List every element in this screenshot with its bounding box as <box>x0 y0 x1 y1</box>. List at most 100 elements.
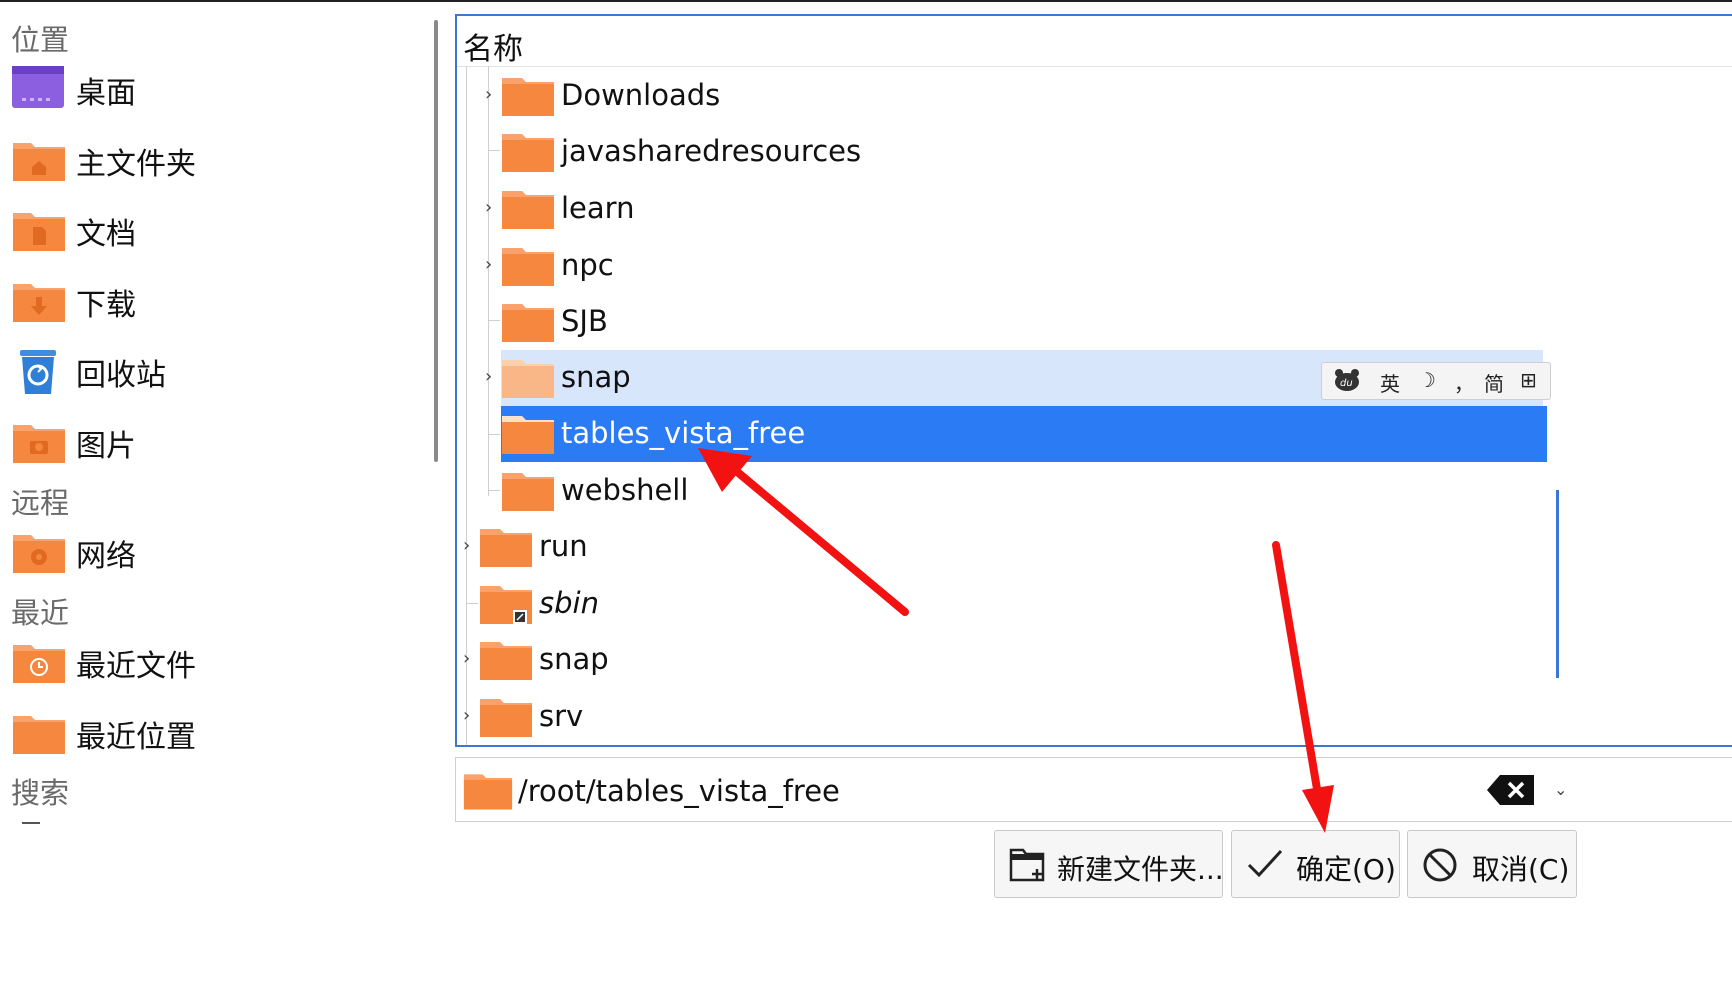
tree-row[interactable]: SJB <box>479 294 1732 350</box>
downloads-folder-icon <box>12 278 66 328</box>
chevron-down-icon[interactable]: ⌄ <box>1554 780 1567 799</box>
folder-icon <box>501 74 555 122</box>
ime-simplified-toggle[interactable]: 简 <box>1484 368 1504 397</box>
section-places-title: 位置 <box>11 23 70 57</box>
folder-name: sbin <box>539 586 599 620</box>
cancel-circle-icon <box>1422 847 1458 887</box>
sidebar-item-label: 图片 <box>76 429 136 464</box>
sidebar-item-label: 最近文件 <box>76 649 196 684</box>
new-folder-icon <box>1009 847 1047 887</box>
folder-symlink-icon <box>479 582 533 630</box>
tree-row-selected[interactable]: tables_vista_free <box>501 406 1547 462</box>
tree-row[interactable]: › snap <box>457 632 1732 688</box>
recent-files-icon <box>12 639 66 689</box>
sidebar-item-label: 回收站 <box>76 358 166 393</box>
cancel-button[interactable]: 取消(C) <box>1407 830 1577 898</box>
expander-chevron-icon[interactable]: › <box>485 197 492 218</box>
tree-row[interactable]: sbin <box>457 576 1732 632</box>
tree-row[interactable]: › npc <box>479 238 1732 294</box>
tree-scrollbar[interactable] <box>1556 490 1559 678</box>
cancel-label: 取消(C) <box>1472 853 1570 886</box>
expander-chevron-icon[interactable]: › <box>485 254 492 275</box>
folder-name: learn <box>561 191 635 225</box>
home-folder-icon <box>12 137 66 187</box>
tree-row[interactable]: › Downloads <box>479 68 1732 124</box>
expander-chevron-icon[interactable]: › <box>463 535 470 556</box>
expander-chevron-icon[interactable]: › <box>463 705 470 726</box>
sidebar-item-network[interactable]: 网络 <box>10 525 430 577</box>
sidebar-item-label: 下载 <box>76 288 136 323</box>
sidebar-item-documents[interactable]: 文档 <box>10 203 430 255</box>
places-sidebar: 位置 桌面 主文件夹 文档 下载 回收站 图片 远程 网络 最近 最近文件 最近… <box>0 0 440 997</box>
sidebar-item-label: 主文件夹 <box>76 147 196 182</box>
tree-row[interactable]: › learn <box>479 181 1732 237</box>
folder-name: run <box>539 529 588 563</box>
ime-moon-icon[interactable]: ☽ <box>1418 368 1436 392</box>
folder-icon <box>479 638 533 686</box>
section-search-title: 搜索 <box>11 776 70 810</box>
sidebar-item-trash[interactable]: 回收站 <box>10 344 430 396</box>
new-folder-label: 新建文件夹... <box>1057 853 1224 886</box>
folder-icon <box>501 300 555 348</box>
folder-name: Downloads <box>561 78 721 112</box>
svg-text:du: du <box>1340 378 1353 389</box>
ime-menu-grid-icon[interactable]: ⊞ <box>1520 368 1537 392</box>
documents-folder-icon <box>12 207 66 257</box>
folder-name: npc <box>561 248 614 282</box>
sidebar-item-recent-locations[interactable]: 最近位置 <box>10 706 430 758</box>
path-input[interactable]: /root/tables_vista_free <box>518 774 840 808</box>
ime-logo-icon[interactable]: du <box>1334 368 1360 397</box>
folder-name: tables_vista_free <box>561 416 806 450</box>
folder-name: srv <box>539 699 584 733</box>
sidebar-item-label: 网络 <box>76 539 136 574</box>
sidebar-item-desktop[interactable]: 桌面 <box>10 62 430 114</box>
folder-name: javasharedresources <box>561 134 862 168</box>
sidebar-scrollbar[interactable] <box>434 20 438 462</box>
sidebar-item-label: 最近位置 <box>76 720 196 755</box>
ok-button[interactable]: 确定(O) <box>1231 830 1400 898</box>
folder-icon <box>501 412 555 460</box>
ime-punctuation-toggle[interactable]: ， <box>1454 368 1474 397</box>
sidebar-divider <box>22 822 40 824</box>
section-remote-title: 远程 <box>11 486 70 520</box>
sidebar-item-label: 桌面 <box>76 76 136 111</box>
folder-icon <box>501 356 555 404</box>
trash-icon <box>18 348 58 400</box>
folder-icon <box>501 244 555 292</box>
tree-guide-line <box>488 434 500 435</box>
sidebar-item-recent-files[interactable]: 最近文件 <box>10 635 430 687</box>
section-recent-title: 最近 <box>11 596 70 630</box>
path-field[interactable]: /root/tables_vista_free ⌄ <box>455 757 1732 822</box>
expander-chevron-icon[interactable]: › <box>485 366 492 387</box>
tree-row[interactable]: › run <box>457 519 1732 575</box>
checkmark-icon <box>1246 847 1284 885</box>
sidebar-item-home[interactable]: 主文件夹 <box>10 133 430 185</box>
recent-locations-icon <box>12 710 66 760</box>
desktop-icon <box>12 66 64 112</box>
new-folder-button[interactable]: 新建文件夹... <box>994 830 1224 898</box>
folder-icon <box>479 695 533 743</box>
network-folder-icon <box>12 529 66 579</box>
clear-backspace-icon[interactable] <box>1486 774 1536 806</box>
sidebar-item-label: 文档 <box>76 217 136 252</box>
folder-name: snap <box>539 642 609 676</box>
column-header-label: 名称 <box>463 32 523 67</box>
ok-label: 确定(O) <box>1296 853 1396 886</box>
tree-row[interactable]: javasharedresources <box>479 124 1732 180</box>
tree-row[interactable]: webshell <box>479 463 1732 519</box>
folder-icon <box>501 469 555 517</box>
expander-chevron-icon[interactable]: › <box>463 648 470 669</box>
ime-language-toggle[interactable]: 英 <box>1380 368 1400 397</box>
sidebar-item-downloads[interactable]: 下载 <box>10 274 430 326</box>
folder-icon <box>479 525 533 573</box>
tree-row[interactable]: › srv <box>457 689 1732 745</box>
pictures-folder-icon <box>12 419 66 469</box>
folder-name: SJB <box>561 304 608 338</box>
ime-toolbar[interactable]: du 英 ☽ ， 简 ⊞ <box>1321 362 1551 400</box>
sidebar-item-pictures[interactable]: 图片 <box>10 415 430 467</box>
column-header-name[interactable]: 名称 <box>457 16 1732 67</box>
folder-name: snap <box>561 360 631 394</box>
folder-icon <box>463 770 513 816</box>
folder-icon <box>501 187 555 235</box>
expander-chevron-icon[interactable]: › <box>485 84 492 105</box>
